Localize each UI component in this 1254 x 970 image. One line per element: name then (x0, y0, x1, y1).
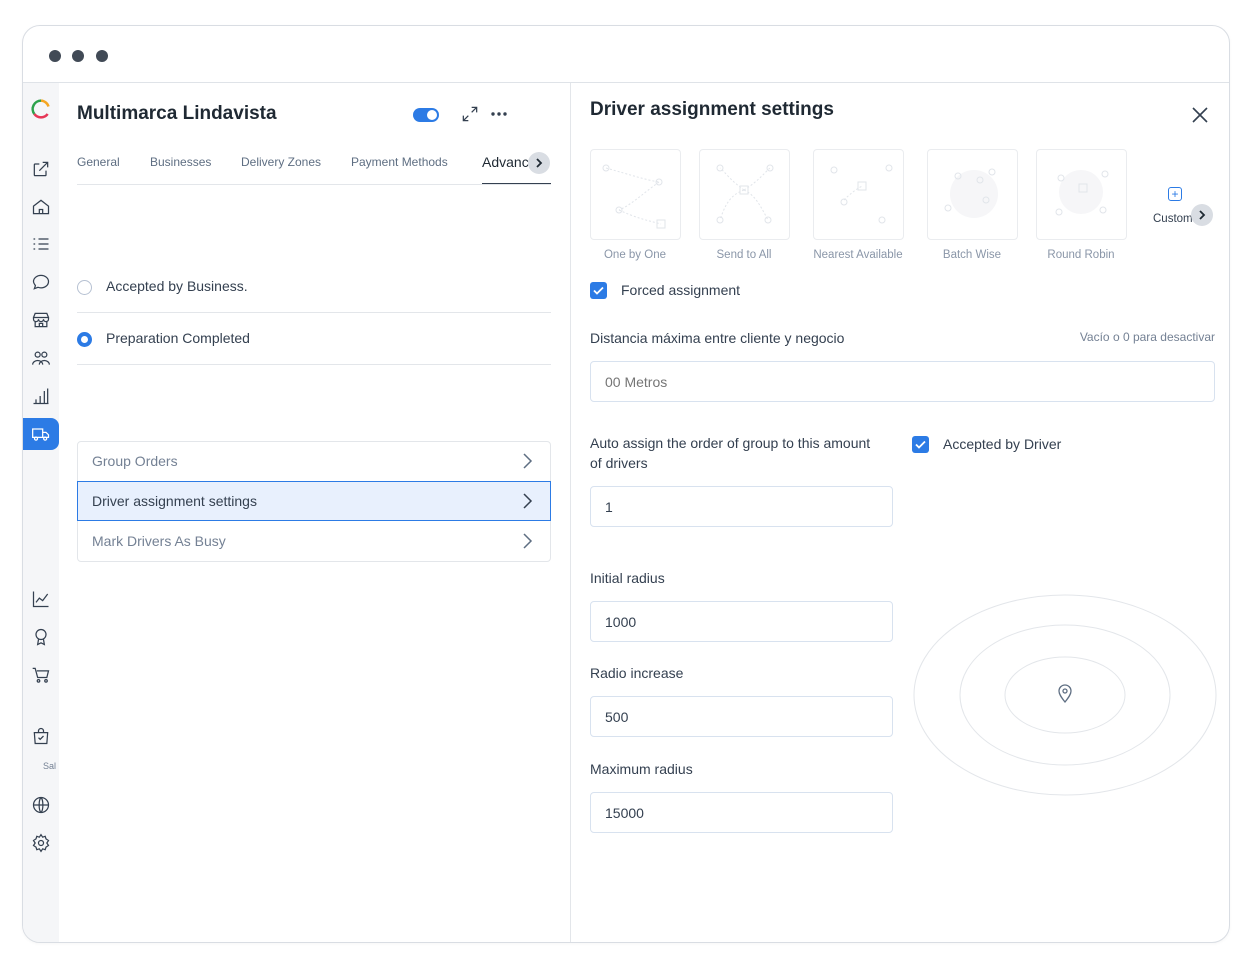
chevron-right-icon (523, 493, 533, 509)
driver-assignment-panel: Driver assignment settings One by One Se… (571, 83, 1229, 942)
window-dot (49, 50, 61, 62)
custom-strategy-label[interactable]: Custom (1153, 213, 1195, 225)
sidebar: Sal (23, 83, 59, 942)
initial-radius-label: Initial radius (590, 570, 665, 586)
store-icon[interactable] (23, 304, 59, 336)
max-distance-input[interactable] (590, 361, 1215, 402)
radio-button-selected[interactable] (77, 332, 92, 347)
max-distance-label: Distancia máxima entre cliente y negocio (590, 330, 845, 346)
strategy-card-one-by-one[interactable] (590, 149, 681, 240)
line-chart-icon[interactable] (23, 583, 59, 615)
strategy-label: Nearest Available (813, 249, 903, 261)
trigger-option[interactable]: Preparation Completed (77, 313, 551, 365)
more-options-icon[interactable] (488, 103, 510, 125)
location-pin-icon (1058, 684, 1072, 704)
forced-assignment-checkbox[interactable] (590, 282, 607, 299)
maximum-radius-label: Maximum radius (590, 761, 693, 777)
users-icon[interactable] (23, 342, 59, 374)
list-icon[interactable] (23, 228, 59, 260)
menu-item-label: Mark Drivers As Busy (92, 533, 226, 549)
menu-item-group-orders[interactable]: Group Orders (78, 442, 550, 482)
forced-assignment-label: Forced assignment (621, 282, 741, 298)
initial-radius-input[interactable] (590, 601, 893, 642)
tabs-scroll-right-icon[interactable] (528, 152, 550, 174)
close-icon[interactable] (1189, 104, 1211, 126)
menu-item-mark-drivers-busy[interactable]: Mark Drivers As Busy (78, 522, 550, 562)
globe-icon[interactable] (23, 789, 59, 821)
window-titlebar (23, 26, 1229, 83)
strategy-card-batch-wise[interactable] (927, 149, 1018, 240)
business-panel: Multimarca Lindavista General Businesses… (59, 83, 571, 942)
gear-icon[interactable] (23, 827, 59, 859)
strategy-label: One by One (603, 249, 666, 261)
business-title: Multimarca Lindavista (77, 103, 277, 124)
tab-businesses[interactable]: Businesses (150, 155, 211, 169)
menu-item-label: Group Orders (92, 453, 178, 469)
award-icon[interactable] (23, 621, 59, 653)
chevron-right-icon (523, 533, 533, 549)
chat-icon[interactable] (23, 266, 59, 298)
radio-button[interactable] (77, 280, 92, 295)
window-dot (96, 50, 108, 62)
strategy-label: Round Robin (1047, 249, 1115, 261)
external-link-icon[interactable] (23, 153, 59, 185)
bag-check-icon[interactable] (23, 720, 59, 752)
chevron-right-icon (523, 453, 533, 469)
menu-item-label: Driver assignment settings (92, 493, 257, 509)
bar-chart-icon[interactable] (23, 380, 59, 412)
advanced-menu: Group Orders Driver assignment settings … (77, 441, 551, 562)
tab-delivery-zones[interactable]: Delivery Zones (241, 155, 321, 169)
sidebar-section-label: Sal (43, 761, 57, 771)
radio-increase-input[interactable] (590, 696, 893, 737)
panel-title: Driver assignment settings (590, 99, 834, 120)
radio-increase-label: Radio increase (590, 665, 684, 681)
menu-item-driver-assignment[interactable]: Driver assignment settings (77, 481, 551, 521)
delivery-truck-icon[interactable] (23, 418, 59, 450)
auto-assign-drivers-input[interactable] (590, 486, 893, 527)
auto-assign-label-line1: Auto assign the order of group to this a… (590, 435, 871, 451)
strategy-card-round-robin[interactable] (1036, 149, 1127, 240)
tab-general[interactable]: General (77, 155, 120, 169)
radius-visualization (913, 594, 1217, 796)
max-distance-hint: Vacío o 0 para desactivar (1079, 330, 1215, 344)
home-icon[interactable] (23, 191, 59, 223)
strategy-card-send-to-all[interactable] (699, 149, 790, 240)
accepted-by-driver-label: Accepted by Driver (943, 436, 1062, 452)
tab-payment-methods[interactable]: Payment Methods (351, 155, 448, 169)
app-window: Sal Multimarca Lindavista General Busine… (22, 25, 1230, 943)
strategy-label: Send to All (716, 249, 772, 261)
cart-icon[interactable] (23, 659, 59, 691)
auto-assign-label-line2: of drivers (590, 455, 648, 471)
add-custom-strategy-icon[interactable]: + (1168, 187, 1182, 201)
strategies-scroll-right-icon[interactable] (1191, 204, 1213, 226)
business-tabs: General Businesses Delivery Zones Paymen… (77, 153, 551, 185)
trigger-option-label: Accepted by Business. (106, 278, 248, 294)
active-tab-indicator (482, 183, 551, 184)
maximum-radius-input[interactable] (590, 792, 893, 833)
business-enabled-toggle[interactable] (413, 108, 439, 122)
logo-icon[interactable] (23, 93, 59, 125)
trigger-option[interactable]: Accepted by Business. (77, 261, 551, 313)
trigger-option-label: Preparation Completed (106, 330, 250, 346)
accepted-by-driver-checkbox[interactable] (912, 436, 929, 453)
expand-icon[interactable] (459, 103, 481, 125)
strategy-card-nearest-available[interactable] (813, 149, 904, 240)
strategy-label: Batch Wise (942, 249, 1002, 261)
window-dot (72, 50, 84, 62)
